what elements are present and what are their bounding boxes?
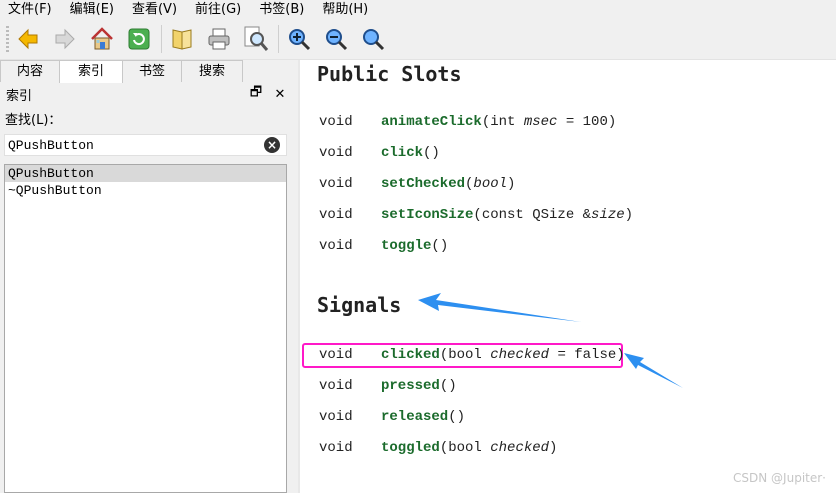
back-icon xyxy=(18,28,38,50)
dock-title: 索引 xyxy=(6,88,33,104)
signature-text: ) xyxy=(624,207,634,223)
close-icon: ✕ xyxy=(274,86,286,102)
zoom-reset-button[interactable] xyxy=(358,24,388,54)
signature-text: () xyxy=(439,378,457,394)
param-name: msec xyxy=(523,114,558,130)
return-type: void xyxy=(319,114,353,130)
return-type: void xyxy=(319,145,353,161)
return-type: void xyxy=(319,440,353,456)
add-bookmark-button[interactable] xyxy=(167,24,197,54)
signature-text: (bool xyxy=(439,347,491,363)
tab-index[interactable]: 索引 xyxy=(59,60,123,83)
zoom-out-button[interactable] xyxy=(321,24,351,54)
watermark: CSDN @Jupiter· xyxy=(733,471,826,485)
float-icon: 🗗 xyxy=(249,85,263,100)
signature-text: ) xyxy=(507,176,516,192)
menu-bookmarks[interactable]: 书签(B) xyxy=(251,0,314,19)
return-type: void xyxy=(319,176,353,192)
toolbar xyxy=(0,19,836,60)
param-name: bool xyxy=(473,176,508,192)
zoom-in-icon xyxy=(289,29,311,51)
signal-row: void released() xyxy=(319,407,465,427)
document-view: Public Slots void animateClick(int msec =… xyxy=(300,60,836,493)
search-box: × xyxy=(4,134,287,156)
param-name: checked xyxy=(490,347,550,363)
menu-bar: 文件(F) 编辑(E) 查看(V) 前往(G) 书签(B) 帮助(H) xyxy=(0,0,836,19)
menu-help[interactable]: 帮助(H) xyxy=(314,0,378,19)
section-title-signals: Signals xyxy=(317,293,402,317)
function-link[interactable]: released xyxy=(381,409,448,425)
function-link[interactable]: toggled xyxy=(381,440,440,456)
signature-text: = false) xyxy=(549,347,625,363)
signal-row: void pressed() xyxy=(319,376,457,396)
home-button[interactable] xyxy=(87,24,117,54)
search-input[interactable] xyxy=(5,135,258,155)
bookmark-book-icon xyxy=(172,29,192,50)
clear-icon[interactable]: × xyxy=(264,137,280,153)
signature-text: (int xyxy=(481,114,524,130)
function-link[interactable]: toggle xyxy=(381,238,431,254)
home-icon xyxy=(91,27,113,50)
zoom-in-button[interactable] xyxy=(284,24,314,54)
menu-edit[interactable]: 编辑(E) xyxy=(62,0,124,19)
slot-row: void setIconSize(const QSize &size) xyxy=(319,205,633,225)
param-name: size xyxy=(591,207,625,223)
function-link[interactable]: pressed xyxy=(381,378,440,394)
zoom-out-icon xyxy=(326,29,348,51)
slot-row: void setChecked(bool) xyxy=(319,174,515,194)
section-title-public-slots: Public Slots xyxy=(317,62,462,86)
sidebar-tabs: 内容 索引 书签 搜索 xyxy=(0,60,243,83)
function-link[interactable]: click xyxy=(381,145,423,161)
sync-button[interactable] xyxy=(124,24,154,54)
zoom-reset-icon xyxy=(363,29,385,51)
toolbar-handle[interactable] xyxy=(6,26,9,52)
signature-text: () xyxy=(448,409,466,425)
tab-bookmarks[interactable]: 书签 xyxy=(122,60,182,82)
find-button[interactable] xyxy=(241,24,271,54)
return-type: void xyxy=(319,409,353,425)
close-button[interactable]: ✕ xyxy=(270,84,290,104)
toolbar-separator xyxy=(161,25,162,53)
signature-text: () xyxy=(431,238,449,254)
forward-button[interactable] xyxy=(50,24,80,54)
function-link[interactable]: clicked xyxy=(381,347,440,363)
index-list[interactable]: QPushButton ~QPushButton xyxy=(4,164,287,493)
find-icon xyxy=(244,26,269,51)
param-name: checked xyxy=(490,440,550,456)
tab-contents[interactable]: 内容 xyxy=(0,60,60,82)
back-button[interactable] xyxy=(13,24,43,54)
function-link[interactable]: setChecked xyxy=(381,176,465,192)
signal-row: void toggled(bool checked) xyxy=(319,438,557,458)
return-type: void xyxy=(319,347,353,363)
print-button[interactable] xyxy=(204,24,234,54)
sync-icon xyxy=(128,28,150,50)
find-label: 查找(L)： xyxy=(5,113,62,128)
slot-row: void animateClick(int msec = 100) xyxy=(319,112,616,132)
function-link[interactable]: setIconSize xyxy=(381,207,473,223)
signature-text: = 100) xyxy=(557,114,617,130)
float-button[interactable]: 🗗 xyxy=(246,84,266,104)
forward-icon xyxy=(55,28,75,50)
function-link[interactable]: animateClick xyxy=(381,114,482,130)
slot-row: void toggle() xyxy=(319,236,448,256)
list-item[interactable]: ~QPushButton xyxy=(5,182,286,199)
index-dock-panel: 内容 索引 书签 搜索 索引 🗗 ✕ 查找(L)： × QPushButton … xyxy=(0,60,298,493)
signature-text: (bool xyxy=(439,440,491,456)
return-type: void xyxy=(319,207,353,223)
print-icon xyxy=(208,28,230,50)
menu-file[interactable]: 文件(F) xyxy=(0,0,62,19)
dock-header: 索引 🗗 ✕ xyxy=(0,83,294,105)
signature-text: (const QSize & xyxy=(473,207,592,223)
signal-row: void clicked(bool checked = false) xyxy=(319,345,625,365)
tab-search[interactable]: 搜索 xyxy=(181,60,243,82)
menu-view[interactable]: 查看(V) xyxy=(124,0,187,19)
signature-text: () xyxy=(423,145,440,161)
toolbar-separator xyxy=(278,25,279,53)
return-type: void xyxy=(319,378,353,394)
menu-go[interactable]: 前往(G) xyxy=(187,0,251,19)
signature-text: ) xyxy=(549,440,558,456)
slot-row: void click() xyxy=(319,143,440,163)
list-item[interactable]: QPushButton xyxy=(5,165,286,182)
return-type: void xyxy=(319,238,353,254)
